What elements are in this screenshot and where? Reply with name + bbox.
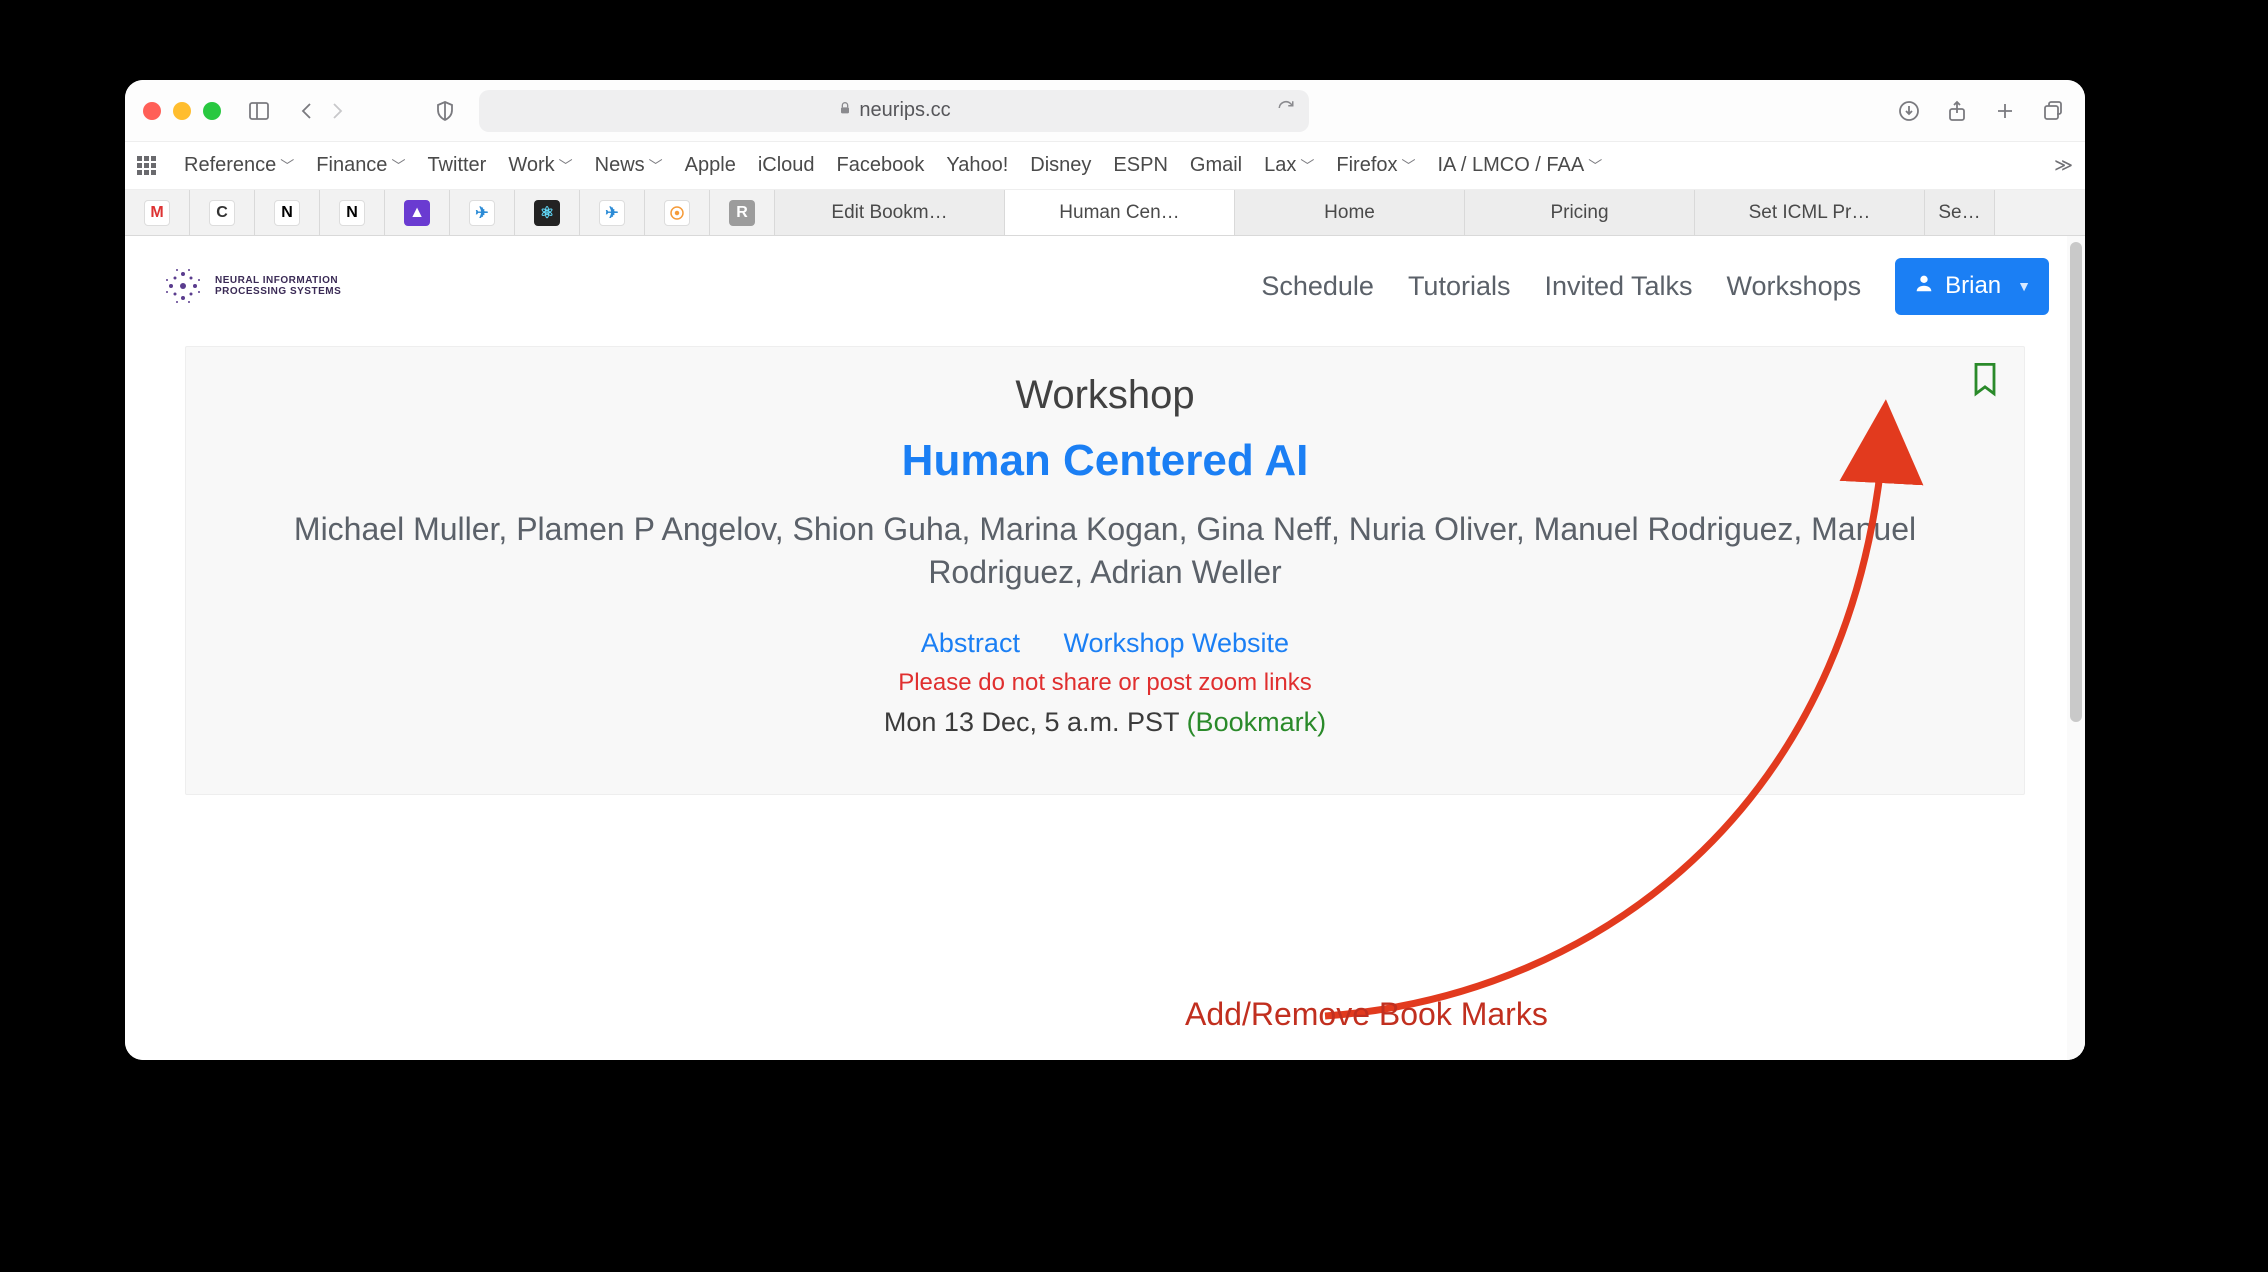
- window-minimize-button[interactable]: [173, 102, 191, 120]
- favorite-item-9[interactable]: Disney: [1030, 154, 1091, 177]
- chevron-down-icon: ﹀: [559, 156, 573, 176]
- event-datetime: Mon 13 Dec, 5 a.m. PST: [884, 707, 1179, 737]
- tab-row: M C N N ▲ ✈ ⚛ ✈ R Edit Bookm…Human Cen…H…: [125, 190, 2085, 236]
- favorite-item-13[interactable]: Firefox﹀: [1336, 154, 1415, 177]
- nav-schedule[interactable]: Schedule: [1261, 271, 1374, 302]
- event-title: Human Centered AI: [210, 436, 2000, 486]
- window-maximize-button[interactable]: [203, 102, 221, 120]
- address-bar[interactable]: neurips.cc: [479, 90, 1309, 132]
- favorites-bar: Reference﹀ Finance﹀ Twitter Work﹀ News﹀ Apple…: [125, 142, 2085, 190]
- favorite-item-12[interactable]: Lax﹀: [1264, 154, 1314, 177]
- nav-invited-talks[interactable]: Invited Talks: [1544, 271, 1692, 302]
- event-links: Abstract Workshop Website: [210, 628, 2000, 659]
- user-icon: [1913, 272, 1935, 301]
- traffic-light-buttons: [143, 102, 221, 120]
- refresh-icon[interactable]: [1277, 99, 1295, 123]
- scroll-thumb[interactable]: [2070, 242, 2082, 722]
- annotation-label: Add/Remove Book Marks: [1185, 996, 1548, 1033]
- new-tab-icon[interactable]: [1991, 97, 2019, 125]
- site-nav: NEURAL INFORMATION PROCESSING SYSTEMS Sc…: [125, 236, 2085, 336]
- event-card: Workshop Human Centered AI Michael Mulle…: [185, 346, 2025, 795]
- pinned-tab-react[interactable]: ⚛: [515, 190, 580, 235]
- chevron-down-icon: ﹀: [391, 156, 405, 176]
- browser-window: neurips.cc Reference﹀Finance﹀TwitterWor: [125, 80, 2085, 1060]
- window-close-button[interactable]: [143, 102, 161, 120]
- favorite-item-14[interactable]: IA / LMCO / FAA﹀: [1438, 154, 1603, 177]
- page-content: NEURAL INFORMATION PROCESSING SYSTEMS Sc…: [125, 236, 2085, 1060]
- pinned-tab-notion1[interactable]: N: [255, 190, 320, 235]
- chevron-down-icon: ﹀: [280, 156, 294, 176]
- abstract-link[interactable]: Abstract: [921, 628, 1020, 658]
- chevron-down-icon: ﹀: [1402, 156, 1416, 176]
- downloads-icon[interactable]: [1895, 97, 1923, 125]
- pinned-tabs: M C N N ▲ ✈ ⚛ ✈ R: [125, 190, 775, 235]
- tab-3[interactable]: Pricing: [1465, 190, 1695, 235]
- favorite-item-4[interactable]: News﹀: [595, 154, 663, 177]
- chevron-down-icon: ﹀: [1588, 156, 1602, 176]
- user-menu-button[interactable]: Brian ▼: [1895, 258, 2049, 315]
- zoom-warning: Please do not share or post zoom links: [210, 669, 2000, 697]
- favorite-item-6[interactable]: iCloud: [758, 154, 815, 177]
- chevron-down-icon: ▼: [2017, 278, 2031, 294]
- pinned-tab-send1[interactable]: ✈: [450, 190, 515, 235]
- workshop-website-link[interactable]: Workshop Website: [1063, 628, 1289, 658]
- tab-0[interactable]: Edit Bookm…: [775, 190, 1005, 235]
- page-scrollbar[interactable]: [2067, 236, 2085, 1060]
- favorite-item-2[interactable]: Twitter: [427, 154, 486, 177]
- favorite-item-1[interactable]: Finance﹀: [316, 154, 405, 177]
- chevron-down-icon: ﹀: [649, 156, 663, 176]
- privacy-shield-icon[interactable]: [431, 97, 459, 125]
- back-button[interactable]: [293, 97, 321, 125]
- event-kind: Workshop: [210, 373, 2000, 418]
- pinned-tab-c[interactable]: C: [190, 190, 255, 235]
- pinned-tab-gmail[interactable]: M: [125, 190, 190, 235]
- titlebar: neurips.cc: [125, 80, 2085, 142]
- favorite-item-0[interactable]: Reference﹀: [184, 154, 294, 177]
- tab-5[interactable]: Se…: [1925, 190, 1995, 235]
- event-datetime-row: Mon 13 Dec, 5 a.m. PST (Bookmark): [210, 707, 2000, 738]
- pinned-tab-notion2[interactable]: N: [320, 190, 385, 235]
- sidebar-toggle-icon[interactable]: [245, 97, 273, 125]
- tab-4[interactable]: Set ICML Pr…: [1695, 190, 1925, 235]
- favorite-item-11[interactable]: Gmail: [1190, 154, 1242, 177]
- url-host: neurips.cc: [859, 99, 950, 122]
- event-authors: Michael Muller, Plamen P Angelov, Shion …: [210, 508, 2000, 594]
- favorites-overflow-icon[interactable]: ≫: [2054, 155, 2073, 176]
- bookmark-icon[interactable]: [1970, 361, 2000, 402]
- pinned-tab-r[interactable]: R: [710, 190, 775, 235]
- logo-mark-icon: [161, 264, 205, 308]
- pinned-tab-purple[interactable]: ▲: [385, 190, 450, 235]
- tab-2[interactable]: Home: [1235, 190, 1465, 235]
- favorite-item-5[interactable]: Apple: [685, 154, 736, 177]
- pinned-tab-send2[interactable]: ✈: [580, 190, 645, 235]
- lock-icon: [837, 99, 853, 122]
- tab-1[interactable]: Human Cen…: [1005, 190, 1235, 235]
- favorite-item-8[interactable]: Yahoo!: [946, 154, 1008, 177]
- user-name: Brian: [1945, 272, 2001, 300]
- nav-arrows: [293, 97, 351, 125]
- bookmark-link[interactable]: (Bookmark): [1187, 707, 1327, 737]
- pinned-tab-circle[interactable]: [645, 190, 710, 235]
- toolbar-right: [1895, 97, 2067, 125]
- nav-tutorials[interactable]: Tutorials: [1408, 271, 1511, 302]
- nav-workshops[interactable]: Workshops: [1727, 271, 1862, 302]
- tabs-overview-icon[interactable]: [2039, 97, 2067, 125]
- share-icon[interactable]: [1943, 97, 1971, 125]
- favorite-item-10[interactable]: ESPN: [1113, 154, 1167, 177]
- site-logo[interactable]: NEURAL INFORMATION PROCESSING SYSTEMS: [161, 264, 341, 308]
- apps-grid-icon[interactable]: [137, 156, 156, 175]
- favorite-item-7[interactable]: Facebook: [837, 154, 925, 177]
- chevron-down-icon: ﹀: [1300, 156, 1314, 176]
- favorite-item-3[interactable]: Work﹀: [508, 154, 572, 177]
- forward-button[interactable]: [323, 97, 351, 125]
- logo-text: NEURAL INFORMATION PROCESSING SYSTEMS: [215, 275, 341, 297]
